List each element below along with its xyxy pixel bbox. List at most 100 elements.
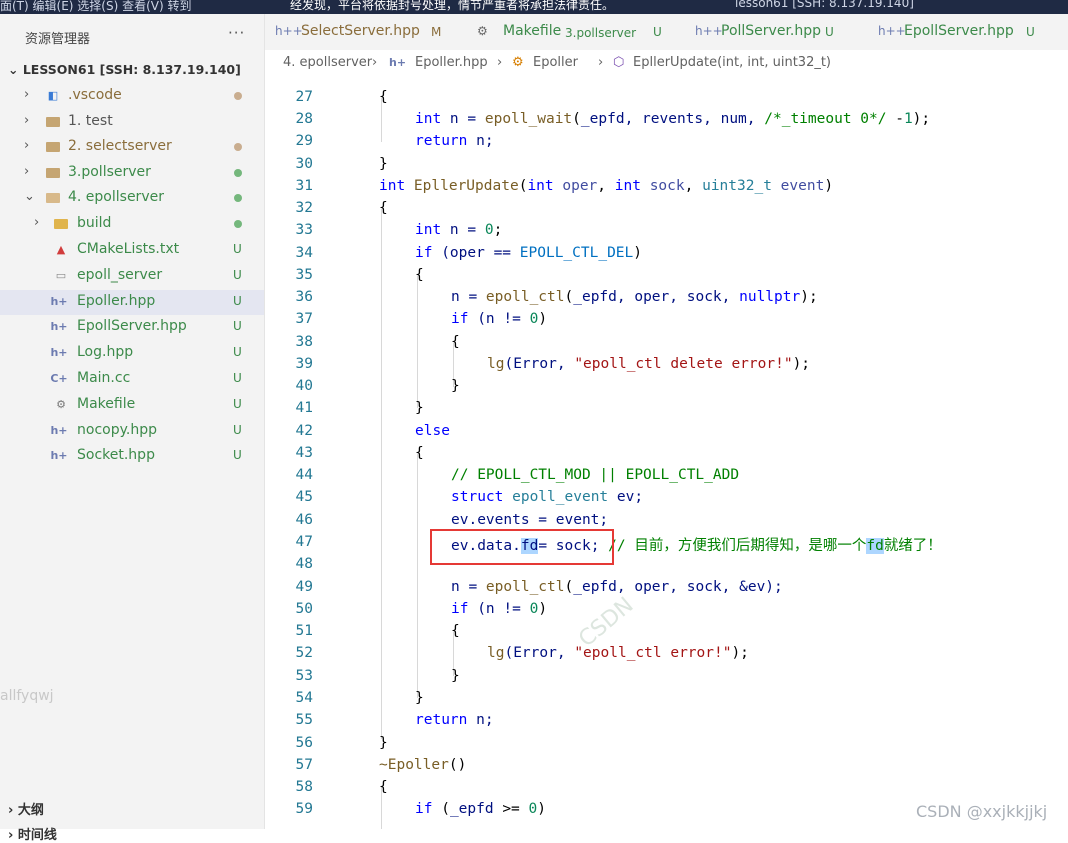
tree-item-label: .vscode: [68, 87, 122, 103]
explorer-title: 资源管理器: [25, 32, 91, 47]
chevron-down-icon: ⌄: [8, 62, 19, 77]
tree-item-label: Socket.hpp: [77, 447, 155, 463]
code-editor[interactable]: 27{ 28 int n = epoll_wait(_epfd, revents,…: [265, 76, 1068, 829]
code-line: 35{: [295, 267, 424, 283]
cpp-header-icon: h++: [878, 24, 906, 38]
cpp-header-icon: h++: [695, 24, 723, 38]
tree-item-socket-hpp[interactable]: h+ Socket.hpp U: [0, 444, 264, 469]
folder-icon: [44, 139, 62, 155]
chevron-right-icon: ›: [372, 55, 378, 70]
tree-item-label: CMakeLists.txt: [77, 241, 180, 257]
chevron-right-icon: ›: [24, 164, 30, 179]
chevron-right-icon: ›: [497, 55, 503, 70]
code-line: 55 return n;: [295, 712, 494, 728]
method-icon: ⬡: [613, 55, 625, 70]
tree-item-makefile[interactable]: ⚙ Makefile U: [0, 393, 264, 418]
code-line: 27{: [295, 89, 388, 105]
code-line: 50 if (n != 0): [295, 601, 548, 617]
vscode-folder-icon: ◧: [47, 89, 59, 102]
status-dot: [234, 143, 242, 151]
chevron-right-icon: ›: [8, 803, 14, 818]
breadcrumb-class[interactable]: Epoller: [533, 55, 578, 70]
tab-label: SelectServer.hpp: [301, 23, 420, 39]
cpp-header-icon: h+: [50, 295, 68, 308]
code-line: 54}: [295, 690, 424, 706]
tab-selectserver[interactable]: h++ SelectServer.hpp M: [275, 14, 455, 50]
git-status-badge: U: [233, 371, 242, 385]
breadcrumb-method[interactable]: EpllerUpdate(int, int, uint32_t): [633, 55, 831, 70]
tree-item-selectserver[interactable]: › 2. selectserver: [0, 135, 264, 160]
tree-item-log-hpp[interactable]: h+ Log.hpp U: [0, 341, 264, 366]
outline-panel-header[interactable]: › 大纲: [8, 799, 44, 818]
tree-item-label: EpollServer.hpp: [77, 318, 187, 334]
tree-item-label: Epoller.hpp: [77, 293, 156, 309]
breadcrumb-file[interactable]: Epoller.hpp: [415, 55, 488, 70]
makefile-icon: ⚙: [56, 398, 66, 411]
timeline-panel-header[interactable]: › 时间线: [8, 824, 57, 843]
code-line: 41}: [295, 400, 424, 416]
outline-label: 大纲: [17, 803, 44, 818]
code-line: 37 if (n != 0): [295, 311, 548, 327]
code-line: 40}: [295, 378, 460, 394]
code-line: 57 ~Epoller(): [295, 757, 467, 773]
code-line: 49 n = epoll_ctl(_epfd, oper, sock, &ev);: [295, 579, 783, 595]
git-status-badge: U: [233, 319, 242, 333]
tree-item-main-cc[interactable]: C+ Main.cc U: [0, 367, 264, 392]
menu-bar[interactable]: 面(T) 编辑(E) 选择(S) 查看(V) 转到: [0, 0, 191, 14]
tree-item-epoller-hpp[interactable]: h+ Epoller.hpp U: [0, 290, 264, 315]
tree-item-build[interactable]: › build: [0, 212, 264, 237]
folder-open-icon: [44, 190, 62, 206]
git-status-badge: U: [233, 268, 242, 282]
tree-item-label: 3.pollserver: [68, 164, 151, 180]
code-line: 30}: [295, 156, 388, 172]
code-line: 51{: [295, 623, 460, 639]
tree-item-nocopy-hpp[interactable]: h+ nocopy.hpp U: [0, 419, 264, 444]
timeline-label: 时间线: [17, 828, 57, 843]
status-dot: [234, 220, 242, 228]
more-actions-icon[interactable]: ···: [228, 24, 245, 42]
tab-pollserver[interactable]: h++ PollServer.hpp U: [695, 14, 855, 50]
code-line: 34 if (oper == EPOLL_CTL_DEL): [295, 245, 643, 261]
project-root[interactable]: ⌄ LESSON61 [SSH: 8.137.19.140]: [8, 62, 241, 77]
chevron-right-icon: ›: [24, 87, 30, 102]
code-line: 43{: [295, 445, 424, 461]
code-line: 52 lg(Error, "epoll_ctl error!");: [295, 645, 749, 661]
breadcrumb-folder[interactable]: 4. epollserver: [283, 55, 372, 70]
tree-item-label: build: [77, 215, 112, 231]
csdn-watermark: CSDN @xxjkkjjkj: [916, 802, 1048, 821]
watermark-text: allfyqwj: [0, 688, 54, 704]
platform-notice: 经发现，平台将依据封号处理，情节严重者将承担法律责任。: [290, 0, 615, 12]
chevron-right-icon: ›: [8, 828, 14, 843]
tree-item-test[interactable]: › 1. test: [0, 110, 264, 135]
editor-tabs: h++ SelectServer.hpp M ⚙ Makefile 3.poll…: [265, 14, 1068, 51]
tab-label: EpollServer.hpp: [904, 23, 1014, 39]
tab-epollserver[interactable]: h++ EpollServer.hpp U: [878, 14, 1048, 50]
git-status-badge: M: [431, 25, 442, 39]
annotation-highlight-box: [430, 529, 614, 565]
tab-label: Makefile: [503, 23, 562, 39]
tree-item-epoll-server[interactable]: ▭ epoll_server U: [0, 264, 264, 289]
class-icon: ⚙: [512, 55, 524, 70]
cmake-icon: ▲: [56, 243, 66, 256]
cpp-header-icon: h++: [275, 24, 303, 38]
chevron-right-icon: ›: [34, 215, 40, 230]
tree-item-epollserver[interactable]: ⌄ 4. epollserver: [0, 186, 264, 211]
git-status-badge: U: [233, 423, 242, 437]
tree-item-label: nocopy.hpp: [77, 422, 157, 438]
git-status-badge: U: [233, 345, 242, 359]
tree-item-pollserver[interactable]: › 3.pollserver: [0, 161, 264, 186]
status-dot: [234, 169, 242, 177]
status-dot: [234, 92, 242, 100]
tree-item-label: Main.cc: [77, 370, 131, 386]
tab-makefile[interactable]: ⚙ Makefile 3.pollserver U: [477, 14, 667, 50]
code-line: 36 n = epoll_ctl(_epfd, oper, sock, nullp…: [295, 289, 818, 305]
cpp-source-icon: C+: [50, 372, 68, 385]
cpp-header-icon: h+: [50, 346, 68, 359]
tree-item-vscode[interactable]: › ◧ .vscode: [0, 84, 264, 109]
cpp-header-icon: h+: [50, 449, 68, 462]
git-status-badge: U: [653, 25, 662, 39]
tree-item-cmakelists[interactable]: ▲ CMakeLists.txt U: [0, 238, 264, 263]
tree-item-epollserver-hpp[interactable]: h+ EpollServer.hpp U: [0, 315, 264, 340]
window-title: lesson61 [SSH: 8.137.19.140]: [735, 0, 914, 10]
file-icon: ▭: [55, 269, 67, 282]
